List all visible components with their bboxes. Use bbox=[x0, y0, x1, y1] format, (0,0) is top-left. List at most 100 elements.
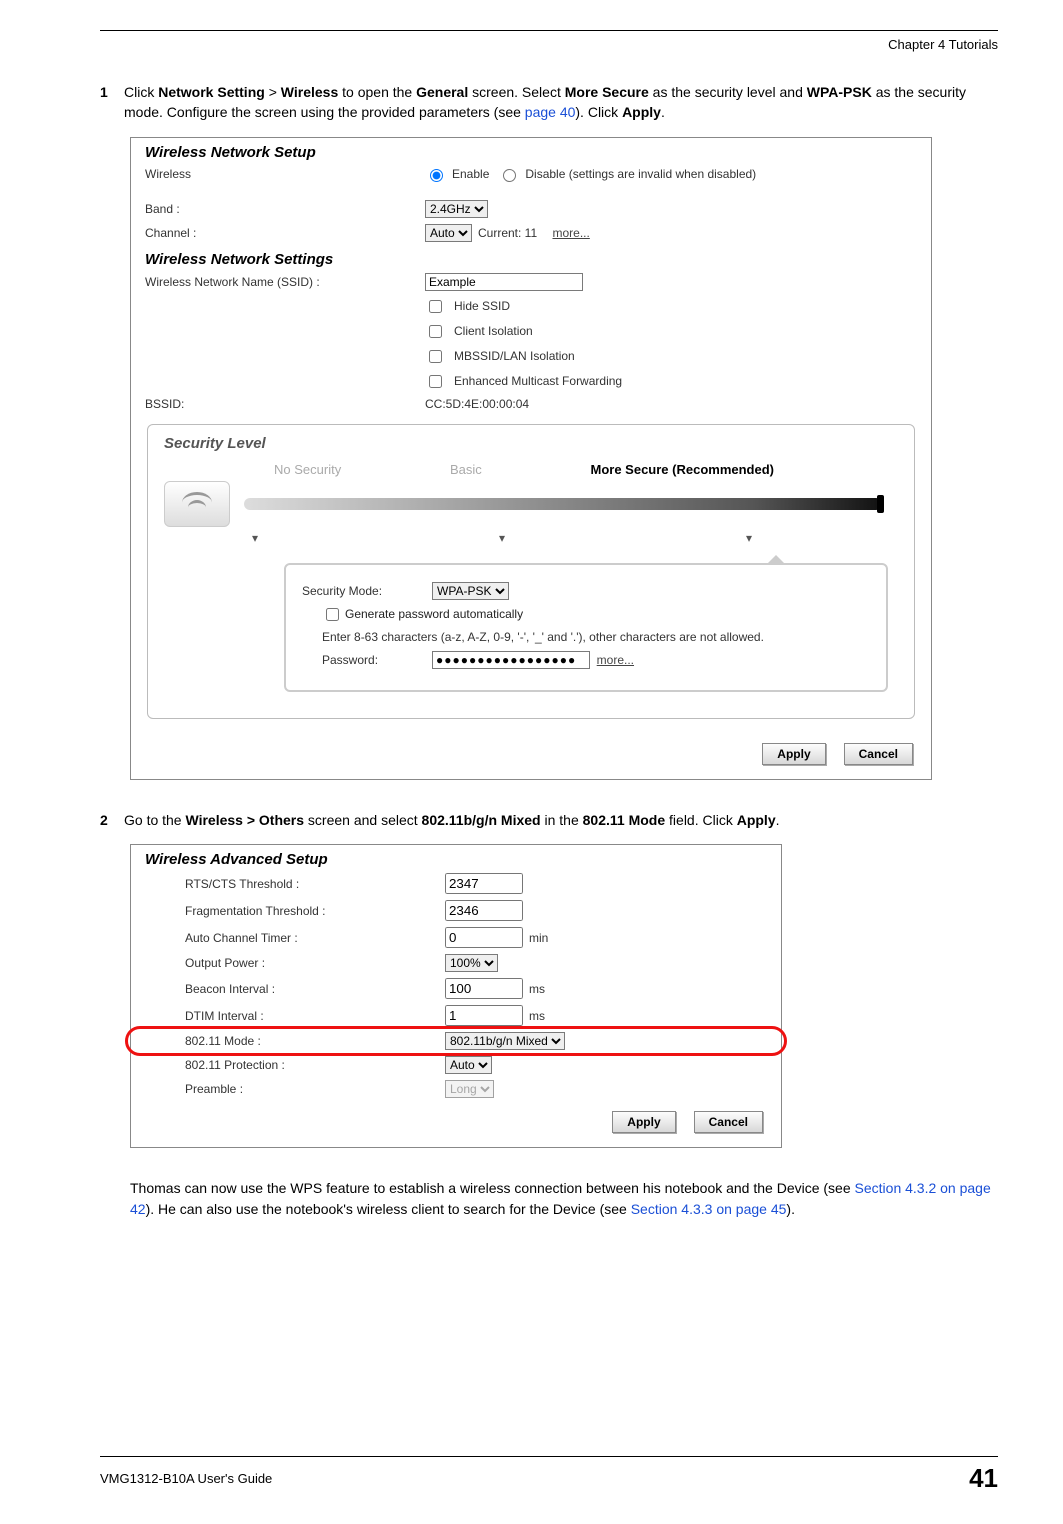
text: field. Click bbox=[665, 812, 737, 828]
mbssid-checkbox[interactable] bbox=[429, 350, 442, 363]
wireless-disable-radio[interactable] bbox=[503, 169, 516, 182]
bold: Network Setting bbox=[158, 84, 265, 100]
password-input[interactable] bbox=[432, 651, 590, 669]
page-footer: VMG1312-B10A User's Guide 41 bbox=[100, 1456, 998, 1494]
step-1-number: 1 bbox=[100, 82, 124, 123]
tick-mark: ▾ bbox=[252, 531, 258, 545]
preamble-select[interactable]: Long bbox=[445, 1080, 494, 1098]
mode-select[interactable]: 802.11b/g/n Mixed bbox=[445, 1032, 565, 1050]
ssid-label: Wireless Network Name (SSID) : bbox=[145, 275, 425, 289]
section-title: Wireless Network Setup bbox=[131, 138, 931, 163]
auto-channel-input[interactable] bbox=[445, 927, 523, 948]
section-title: Wireless Advanced Setup bbox=[131, 845, 781, 870]
bold: 802.11 Mode bbox=[583, 812, 666, 828]
wifi-icon bbox=[164, 481, 230, 527]
text: > bbox=[265, 84, 281, 100]
step-1-text: Click Network Setting > Wireless to open… bbox=[124, 82, 998, 123]
channel-label: Channel : bbox=[145, 226, 425, 240]
text: ). Click bbox=[575, 104, 622, 120]
bold: WPA-PSK bbox=[807, 84, 872, 100]
text: ). bbox=[786, 1201, 795, 1217]
bold: General bbox=[416, 84, 468, 100]
frag-input[interactable] bbox=[445, 900, 523, 921]
bold: Apply bbox=[737, 812, 776, 828]
cancel-button[interactable]: Cancel bbox=[694, 1111, 763, 1133]
bold: 802.11b/g/n Mixed bbox=[422, 812, 541, 828]
security-level-title: Security Level bbox=[164, 435, 898, 452]
security-mode-select[interactable]: WPA-PSK bbox=[432, 582, 509, 600]
step-2: 2 Go to the Wireless > Others screen and… bbox=[100, 810, 998, 830]
unit: ms bbox=[529, 1009, 545, 1023]
password-label: Password: bbox=[322, 653, 432, 667]
text: Thomas can now use the WPS feature to es… bbox=[130, 1180, 855, 1196]
footer-rule bbox=[100, 1456, 998, 1457]
output-power-select[interactable]: 100% bbox=[445, 954, 498, 972]
output-power-label: Output Power : bbox=[145, 956, 445, 970]
wireless-label: Wireless bbox=[145, 167, 425, 181]
text: ). He can also use the notebook's wirele… bbox=[146, 1201, 631, 1217]
text: as the security level and bbox=[649, 84, 807, 100]
security-level-box: Security Level No Security Basic More Se… bbox=[147, 424, 915, 720]
apply-button[interactable]: Apply bbox=[762, 743, 825, 765]
ssid-input[interactable] bbox=[425, 273, 583, 291]
security-mode-label: Security Mode: bbox=[302, 584, 432, 598]
auto-channel-label: Auto Channel Timer : bbox=[145, 931, 445, 945]
bold: Wireless bbox=[281, 84, 338, 100]
frag-label: Fragmentation Threshold : bbox=[145, 904, 445, 918]
chapter-header: Chapter 4 Tutorials bbox=[100, 37, 998, 52]
section-link[interactable]: Section 4.3.3 on page 45 bbox=[631, 1201, 787, 1217]
document-page: Chapter 4 Tutorials 1 Click Network Sett… bbox=[0, 0, 1063, 1524]
channel-current: Current: 11 bbox=[478, 226, 537, 240]
client-isolation-checkbox[interactable] bbox=[429, 325, 442, 338]
bold: More Secure bbox=[565, 84, 649, 100]
wireless-enable-radio[interactable] bbox=[430, 169, 443, 182]
page-link[interactable]: page 40 bbox=[525, 104, 576, 120]
apply-button[interactable]: Apply bbox=[612, 1111, 675, 1133]
password-more-link[interactable]: more... bbox=[597, 653, 634, 667]
dtim-input[interactable] bbox=[445, 1005, 523, 1026]
client-isolation-label: Client Isolation bbox=[454, 324, 533, 338]
wireless-enable-text: Enable bbox=[452, 167, 489, 181]
header-rule bbox=[100, 30, 998, 31]
bold: Apply bbox=[622, 104, 661, 120]
tick-mark: ▾ bbox=[746, 531, 752, 545]
text: screen and select bbox=[304, 812, 422, 828]
closing-paragraph: Thomas can now use the WPS feature to es… bbox=[130, 1178, 998, 1219]
footer-page-number: 41 bbox=[969, 1463, 998, 1494]
text: Go to the bbox=[124, 812, 185, 828]
protection-label: 802.11 Protection : bbox=[145, 1058, 445, 1072]
hide-ssid-checkbox[interactable] bbox=[429, 300, 442, 313]
level-no-security: No Security bbox=[274, 462, 341, 477]
step-1: 1 Click Network Setting > Wireless to op… bbox=[100, 82, 998, 123]
step-2-text: Go to the Wireless > Others screen and s… bbox=[124, 810, 998, 830]
text: in the bbox=[541, 812, 583, 828]
bssid-value: CC:5D:4E:00:00:04 bbox=[425, 397, 529, 411]
text: Click bbox=[124, 84, 158, 100]
band-select[interactable]: 2.4GHz bbox=[425, 200, 488, 218]
protection-select[interactable]: Auto bbox=[445, 1056, 492, 1074]
password-note: Enter 8-63 characters (a-z, A-Z, 0-9, '-… bbox=[322, 630, 870, 646]
cancel-button[interactable]: Cancel bbox=[844, 743, 913, 765]
wireless-disable-text: Disable (settings are invalid when disab… bbox=[525, 167, 756, 181]
beacon-input[interactable] bbox=[445, 978, 523, 999]
rts-label: RTS/CTS Threshold : bbox=[145, 877, 445, 891]
hide-ssid-label: Hide SSID bbox=[454, 299, 510, 313]
channel-more-link[interactable]: more... bbox=[552, 226, 589, 240]
preamble-label: Preamble : bbox=[145, 1082, 445, 1096]
step-2-number: 2 bbox=[100, 810, 124, 830]
security-mode-callout: Security Mode: WPA-PSK Generate password… bbox=[284, 563, 888, 693]
unit: min bbox=[529, 931, 548, 945]
generate-password-checkbox[interactable] bbox=[326, 608, 339, 621]
bssid-label: BSSID: bbox=[145, 397, 425, 411]
emf-checkbox[interactable] bbox=[429, 375, 442, 388]
rts-input[interactable] bbox=[445, 873, 523, 894]
text: screen. Select bbox=[468, 84, 565, 100]
dtim-label: DTIM Interval : bbox=[145, 1009, 445, 1023]
channel-select[interactable]: Auto bbox=[425, 224, 472, 242]
bold: Wireless > Others bbox=[185, 812, 304, 828]
emf-label: Enhanced Multicast Forwarding bbox=[454, 374, 622, 388]
security-slider-track[interactable] bbox=[244, 498, 882, 510]
tick-mark: ▾ bbox=[499, 531, 505, 545]
level-more-secure: More Secure (Recommended) bbox=[591, 462, 775, 477]
mode-label: 802.11 Mode : bbox=[145, 1034, 445, 1048]
